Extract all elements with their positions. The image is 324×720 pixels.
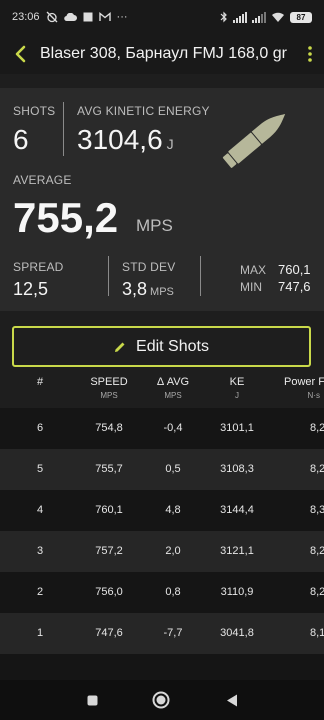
table-row[interactable]: 6 754,8 -0,4 3101,1 8,2 bbox=[0, 408, 324, 449]
table-bottom-spacer bbox=[0, 654, 324, 680]
ke-value: 3104,6 bbox=[77, 124, 163, 155]
arrow-left-icon bbox=[15, 45, 26, 63]
cell-speed: 754,8 bbox=[95, 422, 123, 434]
shots-value: 6 bbox=[13, 124, 29, 155]
divider bbox=[200, 256, 201, 296]
edit-shots-button[interactable]: Edit Shots bbox=[12, 326, 311, 367]
back-button[interactable] bbox=[0, 34, 40, 74]
alarm-off-icon bbox=[46, 11, 58, 23]
app-bar: Blaser 308, Барнаул FMJ 168,0 gr bbox=[0, 34, 324, 74]
divider bbox=[63, 102, 64, 156]
cell-delta: 0,5 bbox=[165, 463, 181, 475]
status-bar: 23:06 ··· 87 bbox=[0, 0, 324, 34]
cell-speed: 747,6 bbox=[95, 627, 123, 639]
shots-table-header: # SPEED MPS Δ AVG MPS KE J Power F N·s bbox=[0, 376, 324, 408]
spread-value: 12,5 bbox=[13, 279, 49, 299]
table-row[interactable]: 5 755,7 0,5 3108,3 8,2 bbox=[0, 449, 324, 490]
signal-2-icon bbox=[252, 11, 266, 23]
min-stat: MIN 747,6 bbox=[240, 279, 311, 294]
cell-delta: -7,7 bbox=[163, 627, 183, 639]
system-nav-bar bbox=[0, 680, 324, 720]
std-value: 3,8 bbox=[122, 279, 148, 299]
cell-delta: -0,4 bbox=[163, 422, 183, 434]
cell-speed: 760,1 bbox=[95, 504, 123, 516]
ke-label: AVG KINETIC ENERGY bbox=[77, 104, 210, 118]
table-row[interactable]: 3 757,2 2,0 3121,1 8,2 bbox=[0, 531, 324, 572]
cell-ke: 3041,8 bbox=[220, 627, 254, 639]
cell-ke: 3144,4 bbox=[220, 504, 254, 516]
pencil-icon bbox=[115, 342, 125, 352]
kinetic-energy-stat: AVG KINETIC ENERGY 3104,6 J bbox=[77, 104, 210, 156]
cell-num: 6 bbox=[36, 422, 44, 434]
cell-num: 2 bbox=[36, 586, 44, 598]
edit-shots-label: Edit Shots bbox=[136, 337, 209, 355]
cloud-icon bbox=[63, 12, 77, 22]
recents-button[interactable] bbox=[82, 690, 102, 710]
shots-label: SHOTS bbox=[13, 104, 56, 118]
more-notifications-icon: ··· bbox=[116, 11, 128, 23]
more-vertical-icon bbox=[308, 46, 312, 62]
summary-panel: SHOTS 6 AVG KINETIC ENERGY 3104,6 J AVERA… bbox=[0, 88, 324, 311]
std-label: STD DEV bbox=[122, 260, 176, 274]
header-ke[interactable]: KE J bbox=[207, 376, 267, 400]
back-nav-icon bbox=[227, 694, 237, 706]
cell-power-factor: 8,2 bbox=[310, 463, 324, 475]
header-speed[interactable]: SPEED MPS bbox=[79, 376, 139, 400]
header-num: # bbox=[36, 376, 44, 388]
cell-delta: 4,8 bbox=[165, 504, 181, 516]
cell-ke: 3108,3 bbox=[220, 463, 254, 475]
wifi-icon bbox=[271, 12, 285, 23]
cell-power-factor: 8,2 bbox=[310, 586, 324, 598]
cell-delta: 0,8 bbox=[165, 586, 181, 598]
table-row[interactable]: 2 756,0 0,8 3110,9 8,2 bbox=[0, 572, 324, 613]
home-button[interactable] bbox=[151, 690, 171, 710]
cell-power-factor: 8,2 bbox=[310, 545, 324, 557]
std-unit: MPS bbox=[150, 286, 174, 298]
status-time: 23:06 bbox=[12, 11, 40, 23]
cell-delta: 2,0 bbox=[165, 545, 181, 557]
average-value: 755,2 bbox=[13, 194, 119, 241]
min-label: MIN bbox=[240, 280, 262, 294]
table-row[interactable]: 1 747,6 -7,7 3041,8 8,1 bbox=[0, 613, 324, 654]
recents-icon bbox=[87, 695, 97, 705]
cell-num: 5 bbox=[36, 463, 44, 475]
bluetooth-icon bbox=[220, 11, 228, 23]
cell-speed: 756,0 bbox=[95, 586, 123, 598]
min-value: 747,6 bbox=[278, 279, 311, 294]
battery-icon: 87 bbox=[290, 11, 312, 23]
cell-num: 3 bbox=[36, 545, 44, 557]
cell-speed: 757,2 bbox=[95, 545, 123, 557]
signal-icon bbox=[233, 11, 247, 23]
cell-power-factor: 8,3 bbox=[310, 504, 324, 516]
max-label: MAX bbox=[240, 263, 267, 277]
divider bbox=[108, 256, 109, 296]
cell-ke: 3101,1 bbox=[220, 422, 254, 434]
cell-speed: 755,7 bbox=[95, 463, 123, 475]
bullet-icon bbox=[215, 108, 291, 179]
cell-ke: 3110,9 bbox=[220, 586, 254, 598]
gmail-icon bbox=[98, 12, 111, 22]
std-dev-stat: STD DEV 3,8 MPS bbox=[122, 260, 175, 300]
cell-power-factor: 8,1 bbox=[310, 627, 324, 639]
table-row[interactable]: 4 760,1 4,8 3144,4 8,3 bbox=[0, 490, 324, 531]
header-power-factor[interactable]: Power F N·s bbox=[284, 376, 324, 400]
max-value: 760,1 bbox=[278, 262, 311, 277]
spread-label: SPREAD bbox=[13, 260, 64, 274]
shots-stat: SHOTS 6 bbox=[13, 104, 55, 156]
spread-stat: SPREAD 12,5 bbox=[13, 260, 64, 300]
header-delta-avg[interactable]: Δ AVG MPS bbox=[143, 376, 203, 400]
cell-ke: 3121,1 bbox=[220, 545, 254, 557]
back-nav-button[interactable] bbox=[222, 690, 242, 710]
cell-power-factor: 8,2 bbox=[310, 422, 324, 434]
average-unit: MPS bbox=[136, 216, 173, 235]
square-notification-icon bbox=[83, 12, 93, 22]
average-label: AVERAGE bbox=[13, 173, 72, 187]
max-stat: MAX 760,1 bbox=[240, 262, 311, 277]
overflow-menu-button[interactable] bbox=[296, 34, 324, 74]
cell-num: 4 bbox=[36, 504, 44, 516]
page-title: Blaser 308, Барнаул FMJ 168,0 gr bbox=[40, 45, 287, 62]
home-icon bbox=[152, 691, 170, 709]
ke-unit: J bbox=[166, 136, 174, 152]
cell-num: 1 bbox=[36, 627, 44, 639]
